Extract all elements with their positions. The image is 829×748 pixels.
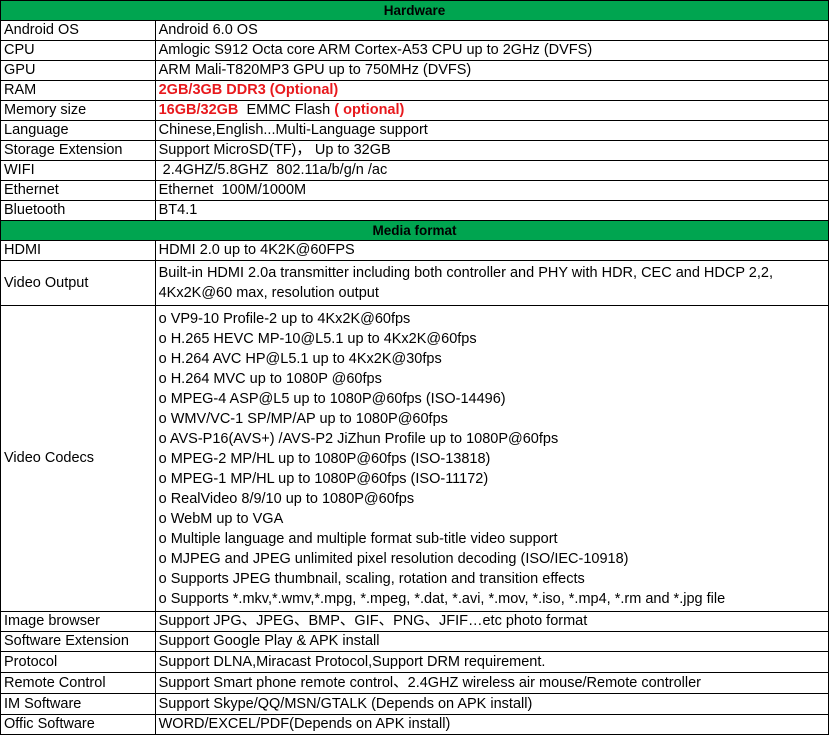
codec-list-item: o Multiple language and multiple format …: [158, 531, 558, 547]
spec-label: Language: [0, 120, 156, 141]
table-row: Language Chinese,English...Multi-Languag…: [0, 120, 829, 141]
spec-value: Ethernet 100M/1000M: [154, 180, 829, 201]
section-title: Hardware: [0, 0, 829, 21]
codec-list-item: o H.264 AVC HP@L5.1 up to 4Kx2K@30fps: [158, 351, 442, 367]
spec-value: Built-in HDMI 2.0a transmitter including…: [154, 260, 829, 306]
table-row: Image browser Support JPG、JPEG、BMP、GIF、P…: [0, 611, 829, 632]
spec-label: Bluetooth: [0, 200, 156, 221]
spec-label: Software Extension: [0, 631, 156, 652]
codec-list-item: o VP9-10 Profile-2 up to 4Kx2K@60fps: [158, 311, 411, 327]
spec-label: IM Software: [0, 693, 156, 715]
spec-value: Support MicroSD(TF)， Up to 32GB: [154, 140, 829, 161]
spec-value: Android 6.0 OS: [154, 20, 829, 41]
table-row: RAM 2GB/3GB DDR3 (Optional): [0, 80, 829, 101]
codec-list-item: o MJPEG and JPEG unlimited pixel resolut…: [158, 551, 629, 567]
table-row: Offic Software WORD/EXCEL/PDF(Depends on…: [0, 714, 829, 735]
spec-value: Support Smart phone remote control、2.4GH…: [154, 672, 829, 694]
spec-value: WORD/EXCEL/PDF(Depends on APK install): [154, 714, 829, 735]
codec-list-item: o MPEG-1 MP/HL up to 1080P@60fps (ISO-11…: [158, 471, 489, 487]
table-row: Bluetooth BT4.1: [0, 200, 829, 221]
spec-value: Support DLNA,Miracast Protocol,Support D…: [154, 651, 829, 673]
ram-value-highlight: 2GB/3GB DDR3 (Optional): [158, 82, 339, 98]
spec-value: BT4.1: [154, 200, 829, 221]
table-row: Memory size 16GB/32GB EMMC Flash ( optio…: [0, 100, 829, 121]
table-row: Software Extension Support Google Play &…: [0, 631, 829, 652]
table-row: Remote Control Support Smart phone remot…: [0, 672, 829, 694]
spec-label: RAM: [0, 80, 156, 101]
section-title: Media format: [0, 220, 829, 241]
spec-label: HDMI: [0, 240, 156, 261]
spec-label: GPU: [0, 60, 156, 81]
spec-label: Remote Control: [0, 672, 156, 694]
table-row: HDMI HDMI 2.0 up to 4K2K@60FPS: [0, 240, 829, 261]
spec-label: Android OS: [0, 20, 156, 41]
spec-value: Chinese,English...Multi-Language support: [154, 120, 829, 141]
table-row: Video Codecs o VP9-10 Profile-2 up to 4K…: [0, 305, 829, 612]
table-row: WIFI 2.4GHZ/5.8GHZ 802.11a/b/g/n /ac: [0, 160, 829, 181]
table-row: Video Output Built-in HDMI 2.0a transmit…: [0, 260, 829, 306]
section-header-hardware: Hardware: [0, 0, 829, 21]
codec-list-item: o WMV/VC-1 SP/MP/AP up to 1080P@60fps: [158, 411, 448, 427]
spec-value: Support Skype/QQ/MSN/GTALK (Depends on A…: [154, 693, 829, 715]
memory-type: EMMC Flash: [238, 102, 335, 118]
codec-list-item: o H.264 MVC up to 1080P @60fps: [158, 371, 382, 387]
codec-list-item: o H.265 HEVC MP-10@L5.1 up to 4Kx2K@60fp…: [158, 331, 477, 347]
table-row: Ethernet Ethernet 100M/1000M: [0, 180, 829, 201]
table-row: IM Software Support Skype/QQ/MSN/GTALK (…: [0, 693, 829, 715]
table-row: Protocol Support DLNA,Miracast Protocol,…: [0, 651, 829, 673]
video-codecs-list: o VP9-10 Profile-2 up to 4Kx2K@60fps o H.…: [154, 305, 829, 612]
section-header-media: Media format: [0, 220, 829, 241]
spec-label: Memory size: [0, 100, 156, 121]
memory-size-highlight: 16GB/32GB: [158, 102, 239, 118]
spec-value: ARM Mali-T820MP3 GPU up to 750MHz (DVFS): [154, 60, 829, 81]
spec-value: Amlogic S912 Octa core ARM Cortex-A53 CP…: [154, 40, 829, 61]
spec-value: Support Google Play & APK install: [154, 631, 829, 652]
spec-value: 2GB/3GB DDR3 (Optional): [154, 80, 829, 101]
table-row: GPU ARM Mali-T820MP3 GPU up to 750MHz (D…: [0, 60, 829, 81]
spec-value: 2.4GHZ/5.8GHZ 802.11a/b/g/n /ac: [154, 160, 829, 181]
codec-list-item: o RealVideo 8/9/10 up to 1080P@60fps: [158, 491, 415, 507]
codec-list-item: o AVS-P16(AVS+) /AVS-P2 JiZhun Profile u…: [158, 431, 559, 447]
codec-list-item: o MPEG-2 MP/HL up to 1080P@60fps (ISO-13…: [158, 451, 491, 467]
table-row: CPU Amlogic S912 Octa core ARM Cortex-A5…: [0, 40, 829, 61]
spec-label: Video Output: [0, 260, 156, 306]
codec-list-item: o Supports JPEG thumbnail, scaling, rota…: [158, 571, 585, 587]
spec-value: 16GB/32GB EMMC Flash ( optional): [154, 100, 829, 121]
spec-value: HDMI 2.0 up to 4K2K@60FPS: [154, 240, 829, 261]
spec-label: Storage Extension: [0, 140, 156, 161]
table-row: Android OS Android 6.0 OS: [0, 20, 829, 41]
spec-label: CPU: [0, 40, 156, 61]
spec-label: Video Codecs: [0, 305, 156, 612]
spec-label: Ethernet: [0, 180, 156, 201]
spec-value: Support JPG、JPEG、BMP、GIF、PNG、JFIF…etc ph…: [154, 611, 829, 632]
codec-list-item: o Supports *.mkv,*.wmv,*.mpg, *.mpeg, *.…: [158, 591, 726, 607]
spec-label: WIFI: [0, 160, 156, 181]
memory-optional-highlight: ( optional): [334, 102, 405, 118]
spec-table: Hardware Android OS Android 6.0 OS CPU A…: [0, 0, 829, 735]
table-row: Storage Extension Support MicroSD(TF)， U…: [0, 140, 829, 161]
codec-list-item: o WebM up to VGA: [158, 511, 284, 527]
codec-list-item: o MPEG-4 ASP@L5 up to 1080P@60fps (ISO-1…: [158, 391, 506, 407]
spec-label: Protocol: [0, 651, 156, 673]
spec-label: Image browser: [0, 611, 156, 632]
spec-label: Offic Software: [0, 714, 156, 735]
